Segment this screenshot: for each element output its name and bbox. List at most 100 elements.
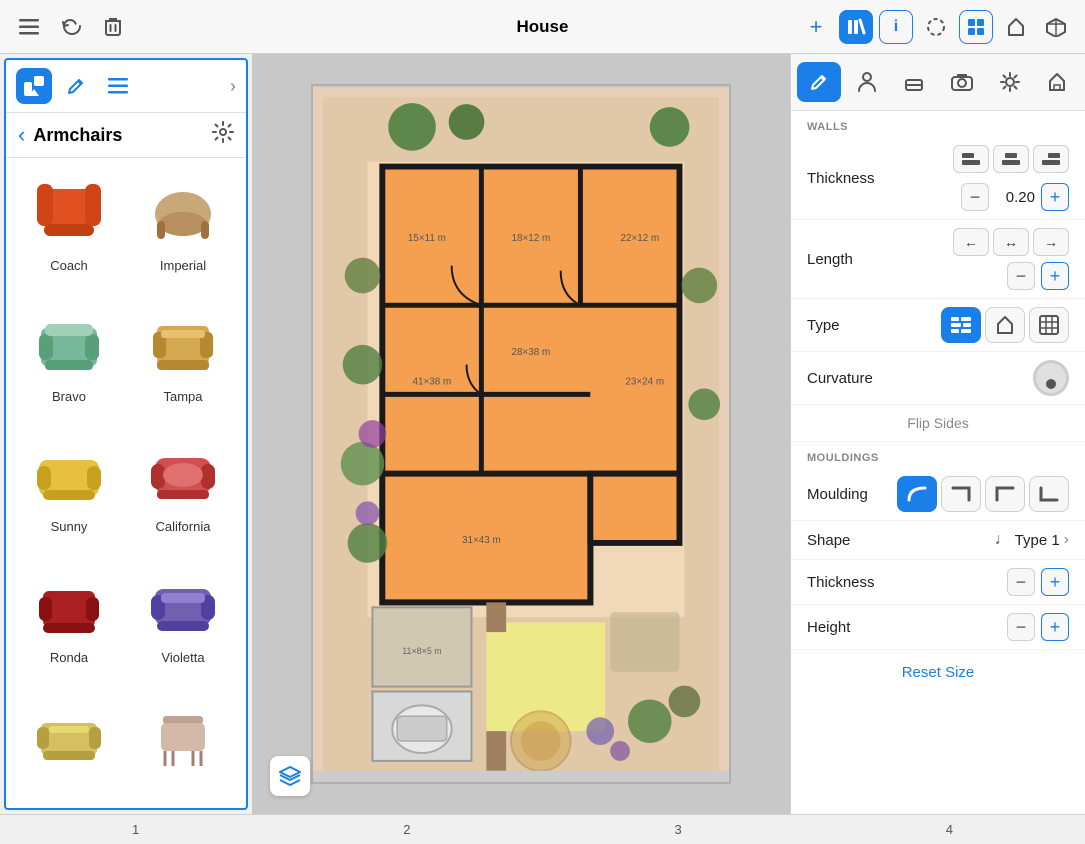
align-left-btn[interactable] [953,145,989,173]
svg-text:11×8×5 m: 11×8×5 m [402,646,441,656]
layout-button[interactable] [959,10,993,44]
curvature-handle[interactable] [1033,360,1069,396]
furniture-label-imperial: Imperial [160,258,206,273]
tab-edit[interactable] [58,68,94,104]
furniture-item-california[interactable]: California [128,427,238,554]
rpanel-tab-draw[interactable] [797,62,841,102]
moulding-row: Moulding [791,468,1085,521]
furniture-item-imperial[interactable]: Imperial [128,166,238,293]
furniture-item-tampa[interactable]: Tampa [128,297,238,424]
type-btn-grid[interactable] [1029,307,1069,343]
rpanel-tab-person[interactable] [845,62,889,102]
bottom-num-4: 4 [946,822,953,837]
svg-text:31×43 m: 31×43 m [462,535,501,546]
shape-type-icon: ♩ [995,531,1011,549]
rpanel-tab-camera[interactable] [940,62,984,102]
main-area: › ‹ Armchairs [0,54,1085,814]
type-btn-brick[interactable] [941,307,981,343]
add-button[interactable]: + [799,10,833,44]
curvature-label: Curvature [807,370,1033,387]
moulding-btn-4[interactable] [1029,476,1069,512]
layers-button[interactable] [270,756,310,796]
house-button[interactable] [999,10,1033,44]
reset-size-button[interactable]: Reset Size [791,650,1085,695]
thickness-controls: − 0.20 + [953,145,1069,211]
thickness-minus-btn[interactable]: − [961,183,989,211]
dir-both-btn[interactable]: ↔ [993,228,1029,256]
rpanel-tab-sun[interactable] [988,62,1032,102]
moulding-thickness-label: Thickness [807,574,1007,591]
furniture-item-unnamed1[interactable] [14,688,124,800]
height-plus-btn[interactable]: + [1041,613,1069,641]
tab-shapes[interactable] [16,68,52,104]
furniture-label-california: California [156,519,211,534]
panel-settings-button[interactable] [212,121,234,149]
furniture-item-violetta[interactable]: Violetta [128,558,238,685]
furniture-img-california [138,435,228,515]
length-label: Length [807,251,953,268]
floor-plan-svg[interactable]: 15×11 m 18×12 m 22×12 m 41×38 m 28×38 m … [311,84,731,784]
undo-button[interactable] [54,10,88,44]
curvature-row: Curvature [791,352,1085,405]
panel-title: Armchairs [33,125,212,146]
align-right-btn[interactable] [1033,145,1069,173]
furniture-img-imperial [138,174,228,254]
type-label: Type [807,317,941,334]
moulding-thickness-controls: − + [1007,568,1069,596]
menu-button[interactable] [12,10,46,44]
tab-list[interactable] [100,68,136,104]
shape-chevron-icon: › [1064,531,1069,549]
furniture-label-violetta: Violetta [161,650,204,665]
selection-button[interactable] [919,10,953,44]
back-button[interactable]: ‹ [18,122,25,148]
type-buttons [941,307,1069,343]
right-panel: WALLS Thickness − 0. [790,54,1085,814]
height-minus-btn[interactable]: − [1007,613,1035,641]
walls-section-label: WALLS [791,111,1085,137]
panel-tabs: › [6,60,246,113]
moulding-btn-1[interactable] [897,476,937,512]
length-minus-btn[interactable]: − [1007,262,1035,290]
delete-button[interactable] [96,10,130,44]
thickness-plus-btn[interactable]: + [1041,183,1069,211]
height-row: Height − + [791,605,1085,650]
dir-left-btn[interactable]: ← [953,228,989,256]
furniture-item-bravo[interactable]: Bravo [14,297,124,424]
thickness-value: 0.20 [995,189,1035,206]
furniture-item-unnamed2[interactable] [128,688,238,800]
moulding-btn-2[interactable] [941,476,981,512]
library-button[interactable] [839,10,873,44]
bottom-num-3: 3 [675,822,682,837]
info-button[interactable]: i [879,10,913,44]
svg-text:22×12 m: 22×12 m [620,233,659,244]
furniture-img-ronda [24,566,114,646]
furniture-item-ronda[interactable]: Ronda [14,558,124,685]
flip-sides-button[interactable]: Flip Sides [791,405,1085,442]
panel-chevron-icon[interactable]: › [230,76,236,97]
furniture-label-bravo: Bravo [52,389,86,404]
panel-header: ‹ Armchairs [6,113,246,158]
moulding-thickness-plus-btn[interactable]: + [1041,568,1069,596]
furniture-img-unnamed1 [24,696,114,776]
furniture-img-bravo [24,305,114,385]
toolbar-right-icons: + i [799,10,1073,44]
rpanel-tab-eraser[interactable] [892,62,936,102]
furniture-label-ronda: Ronda [50,650,88,665]
moulding-thickness-row: Thickness − + [791,560,1085,605]
align-center-btn[interactable] [993,145,1029,173]
thickness-label: Thickness [807,170,953,187]
canvas-area[interactable]: 15×11 m 18×12 m 22×12 m 41×38 m 28×38 m … [252,54,790,814]
furniture-img-violetta [138,566,228,646]
moulding-btn-3[interactable] [985,476,1025,512]
length-plus-btn[interactable]: + [1041,262,1069,290]
moulding-thickness-minus-btn[interactable]: − [1007,568,1035,596]
furniture-item-sunny[interactable]: Sunny [14,427,124,554]
shape-value-row[interactable]: ♩ Type 1 › [995,531,1069,549]
3d-button[interactable] [1039,10,1073,44]
dir-right-btn[interactable]: → [1033,228,1069,256]
svg-text:18×12 m: 18×12 m [512,233,551,244]
rpanel-tab-building[interactable] [1035,62,1079,102]
furniture-item-coach[interactable]: Coach [14,166,124,293]
type-btn-house[interactable] [985,307,1025,343]
furniture-label-sunny: Sunny [51,519,88,534]
